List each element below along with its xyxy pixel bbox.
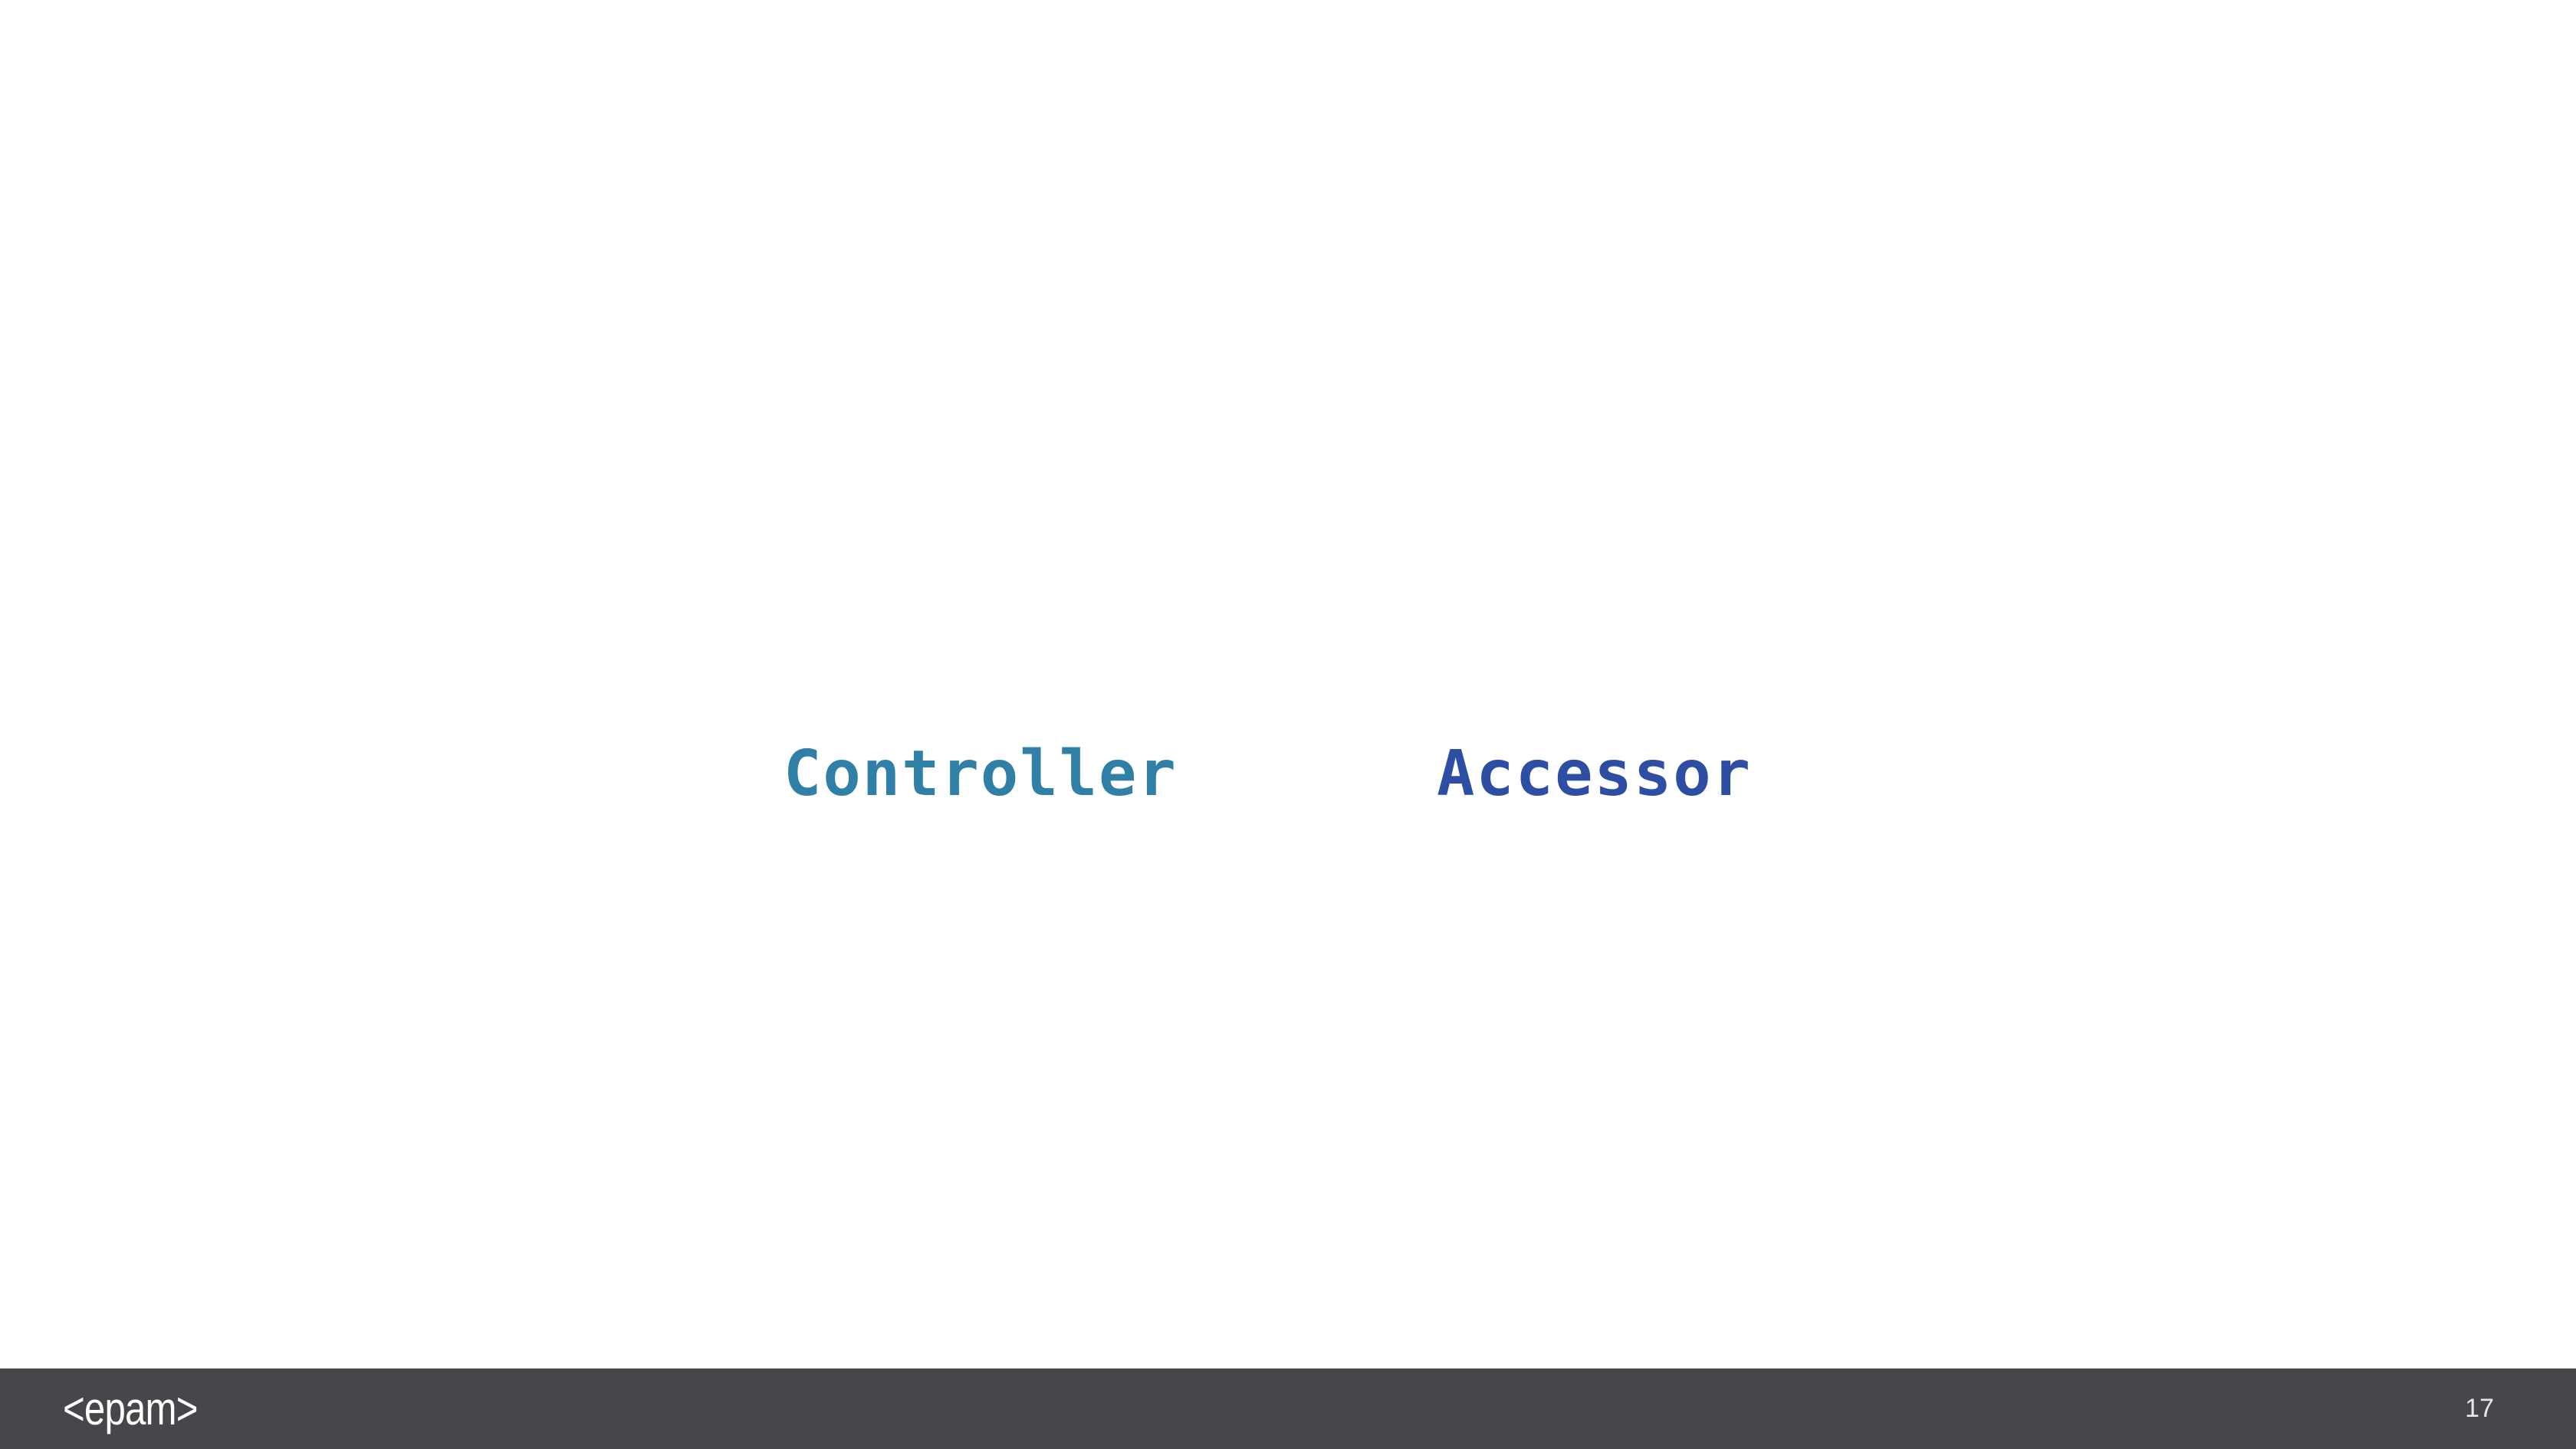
page-number: 17 bbox=[2465, 1394, 2494, 1423]
slide: Controller Accessor <epam> 17 bbox=[0, 0, 2576, 1449]
word-controller: Controller bbox=[784, 738, 1178, 810]
epam-logo: <epam> bbox=[63, 1383, 198, 1434]
footer-bar: <epam> 17 bbox=[0, 1368, 2576, 1449]
word-accessor: Accessor bbox=[1437, 738, 1752, 810]
